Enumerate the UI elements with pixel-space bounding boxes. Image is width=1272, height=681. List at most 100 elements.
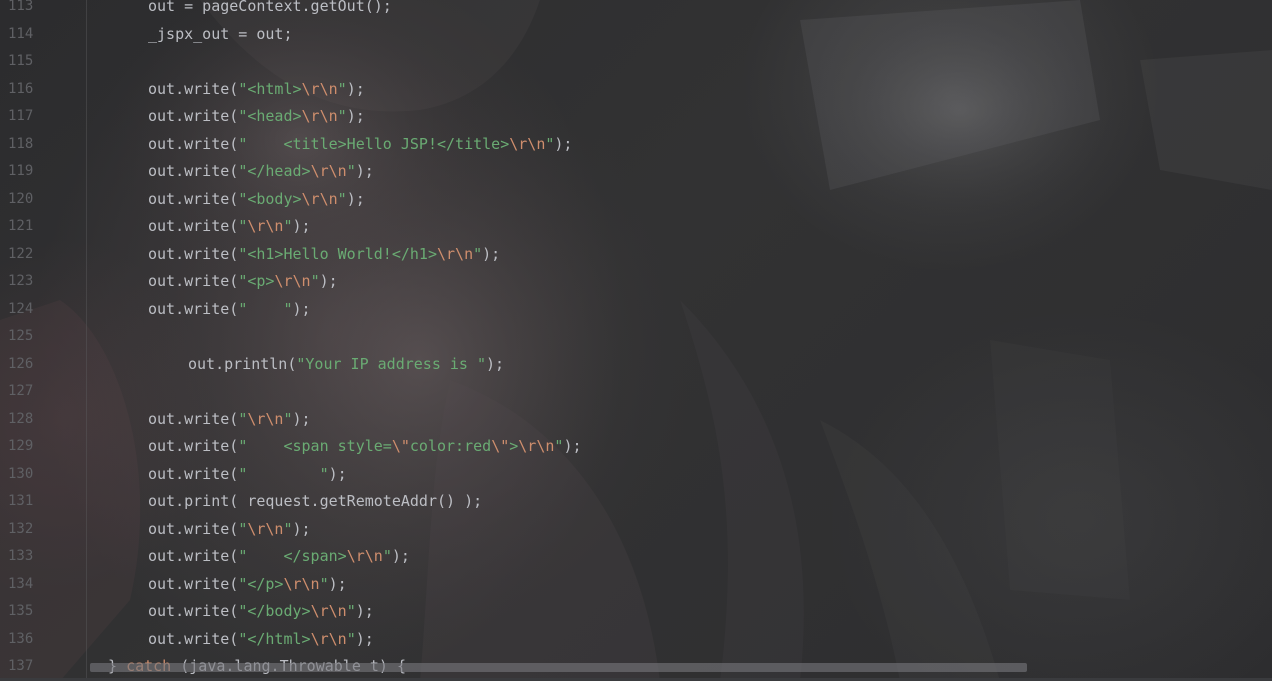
escape-token: \r\n (283, 574, 320, 593)
code-line[interactable]: out.write("<h1>Hello World!</h1>\r\n"); (148, 241, 500, 268)
string-token: "Your IP address is " (296, 354, 487, 373)
code-line[interactable]: out.write(" "); (148, 461, 347, 488)
code-token: ); (486, 354, 505, 373)
string-token: " (283, 217, 293, 235)
code-line[interactable]: out.write(" "); (148, 296, 311, 323)
code-token: out.write( (148, 134, 239, 153)
code-line[interactable]: out.write("\r\n"); (148, 406, 311, 433)
code-line[interactable]: _jspx_out = out; (148, 21, 293, 48)
escape-token: \r\n (310, 162, 347, 180)
string-token: "<html> (238, 79, 302, 98)
string-token: " (310, 272, 320, 290)
code-line[interactable]: out = pageContext.getOut(); (148, 0, 392, 20)
code-line[interactable]: out.print( request.getRemoteAddr() ); (148, 488, 482, 515)
code-line[interactable]: out.write(" <title>Hello JSP!</title>\r\… (148, 131, 572, 158)
code-line[interactable]: out.write("\r\n"); (148, 213, 311, 240)
code-token: out.write( (148, 547, 239, 565)
code-editor[interactable]: 113 114 115 116 117 118 119 120 121 122 123 124 125 1… (0, 0, 1272, 681)
code-token: out.write( (148, 217, 239, 235)
string-token: " (473, 244, 483, 263)
code-token: out.write( (148, 409, 239, 428)
code-token: ); (391, 547, 410, 565)
escape-token: \r\n (247, 409, 284, 428)
code-area[interactable]: out = pageContext.getOut(); _jspx_out = o… (0, 0, 1272, 681)
string-token: " (382, 547, 392, 565)
string-token: " <title>Hello JSP!</title> (238, 134, 510, 153)
string-token: " </span> (238, 547, 347, 565)
code-line[interactable]: out.println("Your IP address is "); (188, 351, 504, 378)
string-token: "</body> (238, 602, 311, 620)
string-token: " (238, 409, 248, 428)
string-token: " (283, 519, 293, 538)
string-token: " (238, 519, 248, 538)
code-token: out.write( (148, 574, 239, 593)
string-token: " (337, 189, 347, 208)
code-token: out.write( (148, 162, 239, 180)
string-token: " (238, 217, 248, 235)
string-token: "</head> (238, 162, 311, 180)
code-line[interactable]: out.write("</body>\r\n"); (148, 598, 374, 625)
code-token: out.write( (148, 464, 239, 483)
code-token: out.println( (188, 354, 297, 373)
escape-token: \r\n (346, 547, 383, 565)
code-token: ); (292, 299, 311, 318)
string-token: " (346, 162, 356, 180)
code-line[interactable]: out.write("\r\n"); (148, 516, 311, 543)
code-token: ); (346, 79, 365, 98)
string-token: " <span style= (238, 437, 392, 455)
horizontal-scrollbar-thumb[interactable] (90, 663, 1027, 672)
string-token: "<p> (238, 272, 275, 290)
string-token: > (509, 437, 519, 455)
code-token: ); (355, 629, 374, 648)
string-token: " (346, 629, 356, 648)
escape-token: \r\n (437, 244, 474, 263)
string-token: "</html> (238, 629, 311, 648)
code-token: out.write( (148, 244, 239, 263)
code-token: ); (482, 244, 501, 263)
escape-token: \r\n (310, 629, 347, 648)
code-token: ); (292, 519, 311, 538)
code-line[interactable]: out.write("</html>\r\n"); (148, 626, 374, 653)
code-token: ); (319, 272, 338, 290)
code-token: out.print( request.getRemoteAddr() ); (148, 492, 483, 510)
escape-token: \r\n (301, 79, 338, 98)
code-token: out.write( (148, 107, 239, 125)
string-token: color:red (409, 437, 492, 455)
code-token: ); (355, 602, 374, 620)
code-token: out.write( (148, 437, 239, 455)
code-token: ); (328, 464, 347, 483)
code-token: ); (563, 437, 582, 455)
escape-token: \" (491, 437, 510, 455)
string-token: " " (238, 299, 293, 318)
code-line[interactable]: out.write(" <span style=\"color:red\">\r… (148, 433, 582, 460)
code-token: ); (328, 574, 347, 593)
string-token: " (337, 107, 347, 125)
escape-token: \r\n (247, 519, 284, 538)
code-token: _jspx_out = out; (148, 24, 293, 43)
code-line[interactable]: out.write("<head>\r\n"); (148, 103, 365, 130)
string-token: " (337, 79, 347, 98)
code-line[interactable]: out.write("<html>\r\n"); (148, 76, 365, 103)
string-token: "<h1>Hello World!</h1> (238, 244, 437, 263)
escape-token: \r\n (301, 189, 338, 208)
code-token: ); (554, 134, 573, 153)
code-line[interactable]: out.write("<body>\r\n"); (148, 186, 365, 213)
code-line[interactable]: out.write("</head>\r\n"); (148, 158, 374, 185)
code-token: ); (346, 189, 365, 208)
code-token: out = pageContext.getOut(); (148, 0, 392, 15)
string-token: " (319, 574, 329, 593)
code-token: out.write( (148, 299, 239, 318)
code-line[interactable]: out.write(" </span>\r\n"); (148, 543, 410, 570)
code-line[interactable]: out.write("<p>\r\n"); (148, 268, 338, 295)
string-token: " (346, 602, 356, 620)
escape-token: \r\n (310, 602, 347, 620)
escape-token: \" (391, 437, 410, 455)
code-token: out.write( (148, 272, 239, 290)
string-token: " (283, 409, 293, 428)
escape-token: \r\n (509, 134, 546, 153)
escape-token: \r\n (247, 217, 284, 235)
code-token: ); (346, 107, 365, 125)
code-line[interactable]: out.write("</p>\r\n"); (148, 571, 347, 598)
code-token: out.write( (148, 602, 239, 620)
escape-token: \r\n (518, 437, 555, 455)
